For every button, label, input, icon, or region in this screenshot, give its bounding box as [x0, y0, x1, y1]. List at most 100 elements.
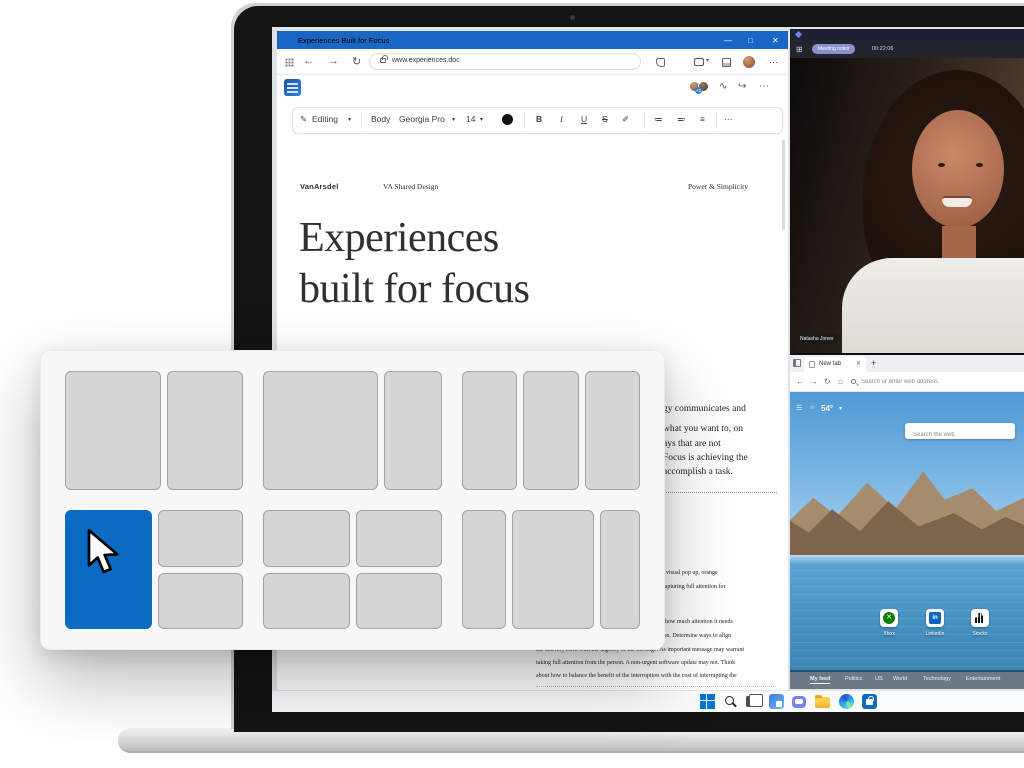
- edge-back-icon[interactable]: ←: [796, 377, 804, 386]
- page-menu-icon[interactable]: ☰: [796, 404, 802, 412]
- snap-layout-center-priority[interactable]: [462, 510, 640, 629]
- profile-avatar[interactable]: [743, 56, 755, 68]
- widgets-icon[interactable]: [769, 694, 784, 709]
- activity-icon[interactable]: ∿: [719, 81, 727, 92]
- snap-zone[interactable]: [356, 573, 442, 630]
- alignment-button[interactable]: ≡: [700, 114, 705, 124]
- quick-link-stocks[interactable]: [971, 609, 989, 627]
- snap-zone[interactable]: [167, 371, 244, 490]
- edit-pencil-icon: ✎: [300, 114, 307, 125]
- weather-temperature[interactable]: 54°: [821, 404, 833, 413]
- weather-chevron-icon[interactable]: ▾: [839, 405, 842, 412]
- feed-tab-entertainment[interactable]: Entertainment: [966, 676, 1000, 682]
- snap-zone[interactable]: [356, 510, 442, 567]
- snap-zone[interactable]: [158, 510, 243, 567]
- vertical-tabs-icon[interactable]: [793, 359, 801, 367]
- shopping-icon[interactable]: [656, 58, 665, 67]
- snap-layout-three-columns[interactable]: [462, 371, 640, 490]
- back-icon[interactable]: ←: [303, 55, 314, 67]
- snap-zone[interactable]: [462, 371, 517, 490]
- store-icon[interactable]: [862, 694, 877, 709]
- font-selector[interactable]: Georgia Pro: [399, 114, 445, 124]
- tab-title: New tab: [819, 361, 841, 367]
- editing-chevron-icon[interactable]: ▾: [348, 116, 351, 123]
- italic-button[interactable]: I: [560, 114, 563, 124]
- snap-layout-left-priority[interactable]: [263, 371, 441, 490]
- stocks-icon: [975, 613, 985, 623]
- bold-button[interactable]: B: [536, 114, 542, 124]
- web-search-box[interactable]: [905, 423, 1015, 439]
- wallet-chevron-icon[interactable]: ▾: [706, 57, 709, 64]
- mouse-cursor: [84, 528, 124, 576]
- feed-tab-my-feed[interactable]: My feed: [810, 676, 830, 684]
- style-selector[interactable]: Body: [371, 114, 390, 124]
- file-explorer-icon[interactable]: [815, 697, 830, 708]
- doc-body-text: gy communicates and: [663, 404, 746, 414]
- edge-refresh-icon[interactable]: ↻: [824, 377, 831, 386]
- taskbar-search-icon[interactable]: [725, 696, 734, 705]
- collections-icon[interactable]: [722, 58, 731, 67]
- scrollbar[interactable]: [782, 140, 785, 230]
- editing-mode-dropdown[interactable]: Editing: [312, 114, 338, 124]
- snap-zone[interactable]: [512, 510, 594, 629]
- web-search-input[interactable]: [905, 427, 1015, 443]
- teams-titlebar[interactable]: [790, 29, 1024, 40]
- feed-tab-politics[interactable]: Politics: [845, 676, 862, 682]
- snap-zone[interactable]: [384, 371, 442, 490]
- feed-tab-world[interactable]: World: [893, 676, 907, 682]
- minimize-button[interactable]: —: [724, 36, 732, 45]
- app-more-icon[interactable]: ⋯: [759, 81, 769, 92]
- edge-home-icon[interactable]: ⌂: [838, 377, 843, 386]
- font-chevron-icon[interactable]: ▾: [452, 116, 455, 123]
- snap-zone[interactable]: [158, 573, 243, 630]
- snap-zone[interactable]: [263, 371, 377, 490]
- font-color-button[interactable]: [502, 114, 513, 125]
- wallet-icon[interactable]: [694, 58, 704, 66]
- forward-icon[interactable]: →: [328, 55, 339, 67]
- tab-close-icon[interactable]: ✕: [856, 360, 861, 367]
- quick-link-linkedin[interactable]: in: [926, 609, 944, 627]
- edge-forward-icon[interactable]: →: [810, 377, 818, 386]
- snap-zone[interactable]: [600, 510, 640, 629]
- numbered-list-button[interactable]: ≕: [677, 114, 686, 125]
- size-chevron-icon[interactable]: ▾: [480, 116, 483, 123]
- word-app-icon[interactable]: [284, 79, 301, 96]
- snap-zone[interactable]: [65, 371, 161, 490]
- toolbar-more-icon[interactable]: ⋯: [724, 114, 733, 125]
- strikethrough-button[interactable]: S: [602, 114, 608, 124]
- doc-body-text: taking full attention from the person. A…: [536, 660, 735, 666]
- feed-tab-us[interactable]: US: [875, 676, 883, 682]
- edge-address-input[interactable]: [861, 375, 1001, 388]
- participant-name-tag: Natasha Jones: [795, 334, 838, 344]
- browser-more-icon[interactable]: ⋯: [769, 57, 778, 68]
- feed-tab-technology[interactable]: Technology: [923, 676, 951, 682]
- refresh-icon[interactable]: ↻: [352, 55, 361, 68]
- new-tab-button[interactable]: +: [871, 358, 876, 368]
- underline-button[interactable]: U: [581, 114, 587, 124]
- start-button[interactable]: [700, 694, 715, 709]
- font-size-selector[interactable]: 14: [466, 114, 475, 124]
- share-icon[interactable]: ↪: [738, 81, 746, 92]
- close-button[interactable]: ✕: [772, 36, 779, 45]
- snap-zone[interactable]: [523, 371, 578, 490]
- task-view-icon[interactable]: [746, 696, 759, 707]
- snap-zone[interactable]: [263, 573, 349, 630]
- bullet-list-button[interactable]: ≔: [654, 114, 663, 125]
- snap-layout-two-columns[interactable]: [65, 371, 243, 490]
- apps-grid-icon[interactable]: [285, 58, 294, 67]
- quick-link-xbox[interactable]: ✕: [880, 609, 898, 627]
- snap-layout-quad-grid[interactable]: [263, 510, 441, 629]
- lock-icon: [380, 58, 386, 63]
- gallery-view-icon[interactable]: ⊞: [796, 45, 803, 54]
- snap-zone[interactable]: [585, 371, 640, 490]
- snap-zone[interactable]: [462, 510, 506, 629]
- webcam-icon: [570, 15, 575, 20]
- meeting-badge[interactable]: Meeting notes: [812, 44, 855, 54]
- chat-icon[interactable]: [792, 696, 806, 708]
- maximize-button[interactable]: □: [748, 36, 753, 45]
- doc-header-right: Power & Simplicity: [688, 182, 748, 191]
- quick-link-label: LinkedIn: [913, 631, 957, 637]
- snap-zone[interactable]: [263, 510, 349, 567]
- edge-browser-icon[interactable]: [839, 694, 854, 709]
- highlighter-icon[interactable]: ✐: [622, 114, 629, 125]
